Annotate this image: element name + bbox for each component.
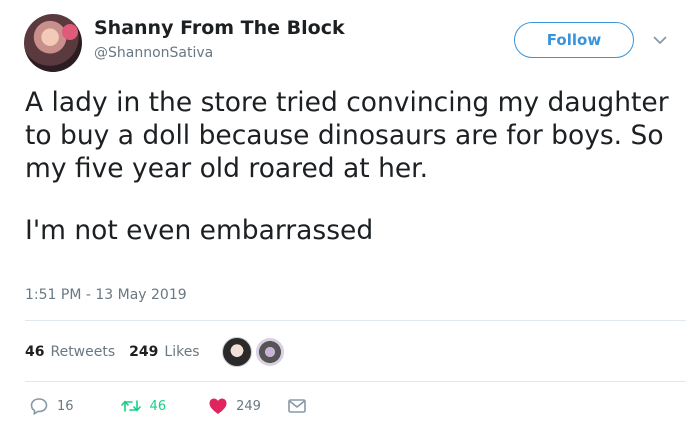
retweet-button[interactable]: 46 [120,396,167,416]
liker-avatar[interactable] [221,337,252,367]
retweet-count: 46 [149,398,167,414]
avatar-badge [62,24,78,40]
chevron-down-icon[interactable] [650,32,670,48]
envelope-icon [287,397,307,415]
tweet-paragraph: A lady in the store tried convincing my … [25,87,669,184]
follow-button[interactable]: Follow [514,22,634,58]
liker-avatar[interactable] [255,338,284,366]
likers-avatars [221,337,288,367]
author-handle[interactable]: @ShannonSativa [94,45,213,61]
like-button[interactable]: 249 [208,397,261,415]
retweets-count[interactable]: 46 [25,344,44,360]
tweet-paragraph: I'm not even embarrassed [25,215,374,246]
reply-button[interactable]: 16 [29,396,74,416]
likes-label[interactable]: Likes [164,344,199,360]
author-name[interactable]: Shanny From The Block [94,17,345,39]
engagement-stats: 46 Retweets 249 Likes [25,337,288,367]
retweets-label[interactable]: Retweets [50,344,115,360]
divider [25,320,686,321]
likes-count[interactable]: 249 [129,344,158,360]
like-count: 249 [236,398,261,414]
heart-icon [208,397,228,415]
author-avatar[interactable] [24,14,82,72]
tweet-actions: 16 46 249 [25,391,307,421]
message-button[interactable] [287,397,307,415]
retweet-icon [120,396,142,416]
reply-icon [29,396,49,416]
divider [25,381,686,382]
reply-count: 16 [57,398,74,414]
tweet-text: A lady in the store tried convincing my … [25,86,685,247]
tweet-timestamp[interactable]: 1:51 PM - 13 May 2019 [25,287,187,303]
